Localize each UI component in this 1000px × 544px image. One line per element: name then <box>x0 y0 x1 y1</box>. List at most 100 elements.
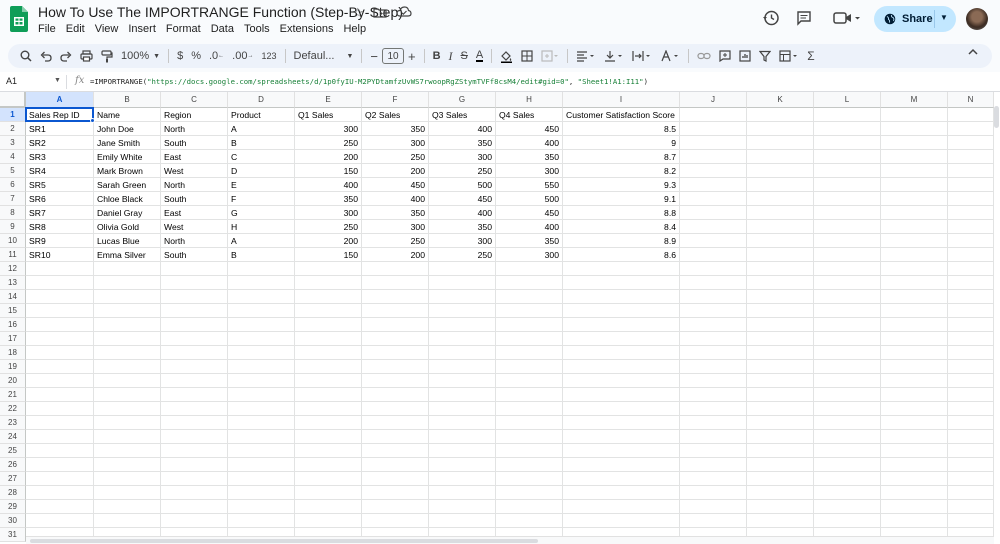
cell[interactable] <box>747 346 814 360</box>
cell[interactable] <box>814 290 881 304</box>
cell[interactable] <box>26 458 94 472</box>
cell[interactable] <box>228 262 295 276</box>
header-cell[interactable]: Product <box>228 108 295 122</box>
row-header-15[interactable]: 15 <box>0 304 26 318</box>
cell[interactable] <box>362 500 429 514</box>
cell[interactable]: 8.2 <box>563 164 680 178</box>
cell[interactable]: Jane Smith <box>94 136 161 150</box>
cell[interactable] <box>362 472 429 486</box>
cell[interactable]: 200 <box>295 150 362 164</box>
cell[interactable] <box>26 290 94 304</box>
cell[interactable] <box>563 430 680 444</box>
cell[interactable]: 400 <box>429 122 496 136</box>
cell[interactable] <box>228 388 295 402</box>
column-header-b[interactable]: B <box>94 92 161 108</box>
menu-help[interactable]: Help <box>338 23 371 35</box>
cell[interactable] <box>814 346 881 360</box>
cell[interactable] <box>680 122 747 136</box>
cell[interactable] <box>881 346 948 360</box>
cell[interactable] <box>814 472 881 486</box>
cell[interactable] <box>747 220 814 234</box>
horizontal-scrollbar[interactable] <box>26 536 994 544</box>
cell[interactable]: 250 <box>362 150 429 164</box>
cell[interactable] <box>295 472 362 486</box>
cell[interactable] <box>680 374 747 388</box>
redo-icon[interactable] <box>56 46 76 66</box>
insert-chart-icon[interactable] <box>735 46 755 66</box>
select-all-corner[interactable] <box>0 92 26 108</box>
row-header-27[interactable]: 27 <box>0 472 26 486</box>
cell[interactable] <box>948 290 994 304</box>
column-header-c[interactable]: C <box>161 92 228 108</box>
cell[interactable] <box>161 388 228 402</box>
cell[interactable] <box>881 122 948 136</box>
fill-handle[interactable] <box>90 118 95 123</box>
cell[interactable]: 200 <box>362 164 429 178</box>
cell[interactable] <box>680 234 747 248</box>
cell[interactable] <box>747 514 814 528</box>
cell[interactable] <box>563 444 680 458</box>
cell[interactable] <box>362 290 429 304</box>
font-select[interactable]: Defaul... ▼ <box>290 46 358 66</box>
cell[interactable] <box>295 332 362 346</box>
cell[interactable] <box>948 304 994 318</box>
cell[interactable] <box>680 514 747 528</box>
font-size-input[interactable]: 10 <box>382 48 404 64</box>
cell[interactable] <box>747 178 814 192</box>
cell[interactable] <box>26 514 94 528</box>
cell[interactable] <box>94 318 161 332</box>
cell[interactable] <box>295 458 362 472</box>
cell[interactable] <box>881 108 948 122</box>
cell[interactable] <box>680 304 747 318</box>
cell[interactable]: SR10 <box>26 248 94 262</box>
cell[interactable] <box>814 360 881 374</box>
cell[interactable] <box>429 290 496 304</box>
cell[interactable] <box>161 374 228 388</box>
cell[interactable]: Sarah Green <box>94 178 161 192</box>
cell[interactable] <box>948 248 994 262</box>
cell[interactable] <box>26 472 94 486</box>
increase-decimal-button[interactable]: .00 → <box>228 46 257 66</box>
cell[interactable]: SR1 <box>26 122 94 136</box>
cell[interactable] <box>161 262 228 276</box>
cell[interactable]: 400 <box>496 136 563 150</box>
cell[interactable] <box>26 360 94 374</box>
cell[interactable] <box>429 402 496 416</box>
cell[interactable]: John Doe <box>94 122 161 136</box>
cell[interactable]: 300 <box>295 122 362 136</box>
cell[interactable] <box>429 262 496 276</box>
cell[interactable] <box>94 346 161 360</box>
row-header-19[interactable]: 19 <box>0 360 26 374</box>
cell[interactable]: West <box>161 164 228 178</box>
cell[interactable]: 200 <box>295 234 362 248</box>
cell[interactable] <box>496 444 563 458</box>
row-header-6[interactable]: 6 <box>0 178 26 192</box>
cell[interactable] <box>228 360 295 374</box>
cell[interactable] <box>563 360 680 374</box>
cell[interactable] <box>26 500 94 514</box>
cell[interactable] <box>881 220 948 234</box>
cell[interactable]: Mark Brown <box>94 164 161 178</box>
cell[interactable]: 250 <box>295 220 362 234</box>
menu-extensions[interactable]: Extensions <box>275 23 339 35</box>
cell[interactable] <box>680 430 747 444</box>
cell[interactable]: Chloe Black <box>94 192 161 206</box>
cell[interactable] <box>496 388 563 402</box>
cell[interactable]: 150 <box>295 164 362 178</box>
column-header-l[interactable]: L <box>814 92 881 108</box>
row-header-23[interactable]: 23 <box>0 416 26 430</box>
cell[interactable] <box>948 276 994 290</box>
merge-cells-icon[interactable] <box>537 46 563 66</box>
cell[interactable]: 450 <box>429 192 496 206</box>
cell[interactable] <box>295 402 362 416</box>
cell[interactable] <box>94 290 161 304</box>
menu-edit[interactable]: Edit <box>61 23 90 35</box>
cell[interactable]: 9 <box>563 136 680 150</box>
cell[interactable] <box>295 444 362 458</box>
cell[interactable] <box>26 388 94 402</box>
cell[interactable] <box>496 276 563 290</box>
cell[interactable] <box>680 388 747 402</box>
row-header-24[interactable]: 24 <box>0 430 26 444</box>
cell[interactable] <box>948 136 994 150</box>
row-header-28[interactable]: 28 <box>0 486 26 500</box>
